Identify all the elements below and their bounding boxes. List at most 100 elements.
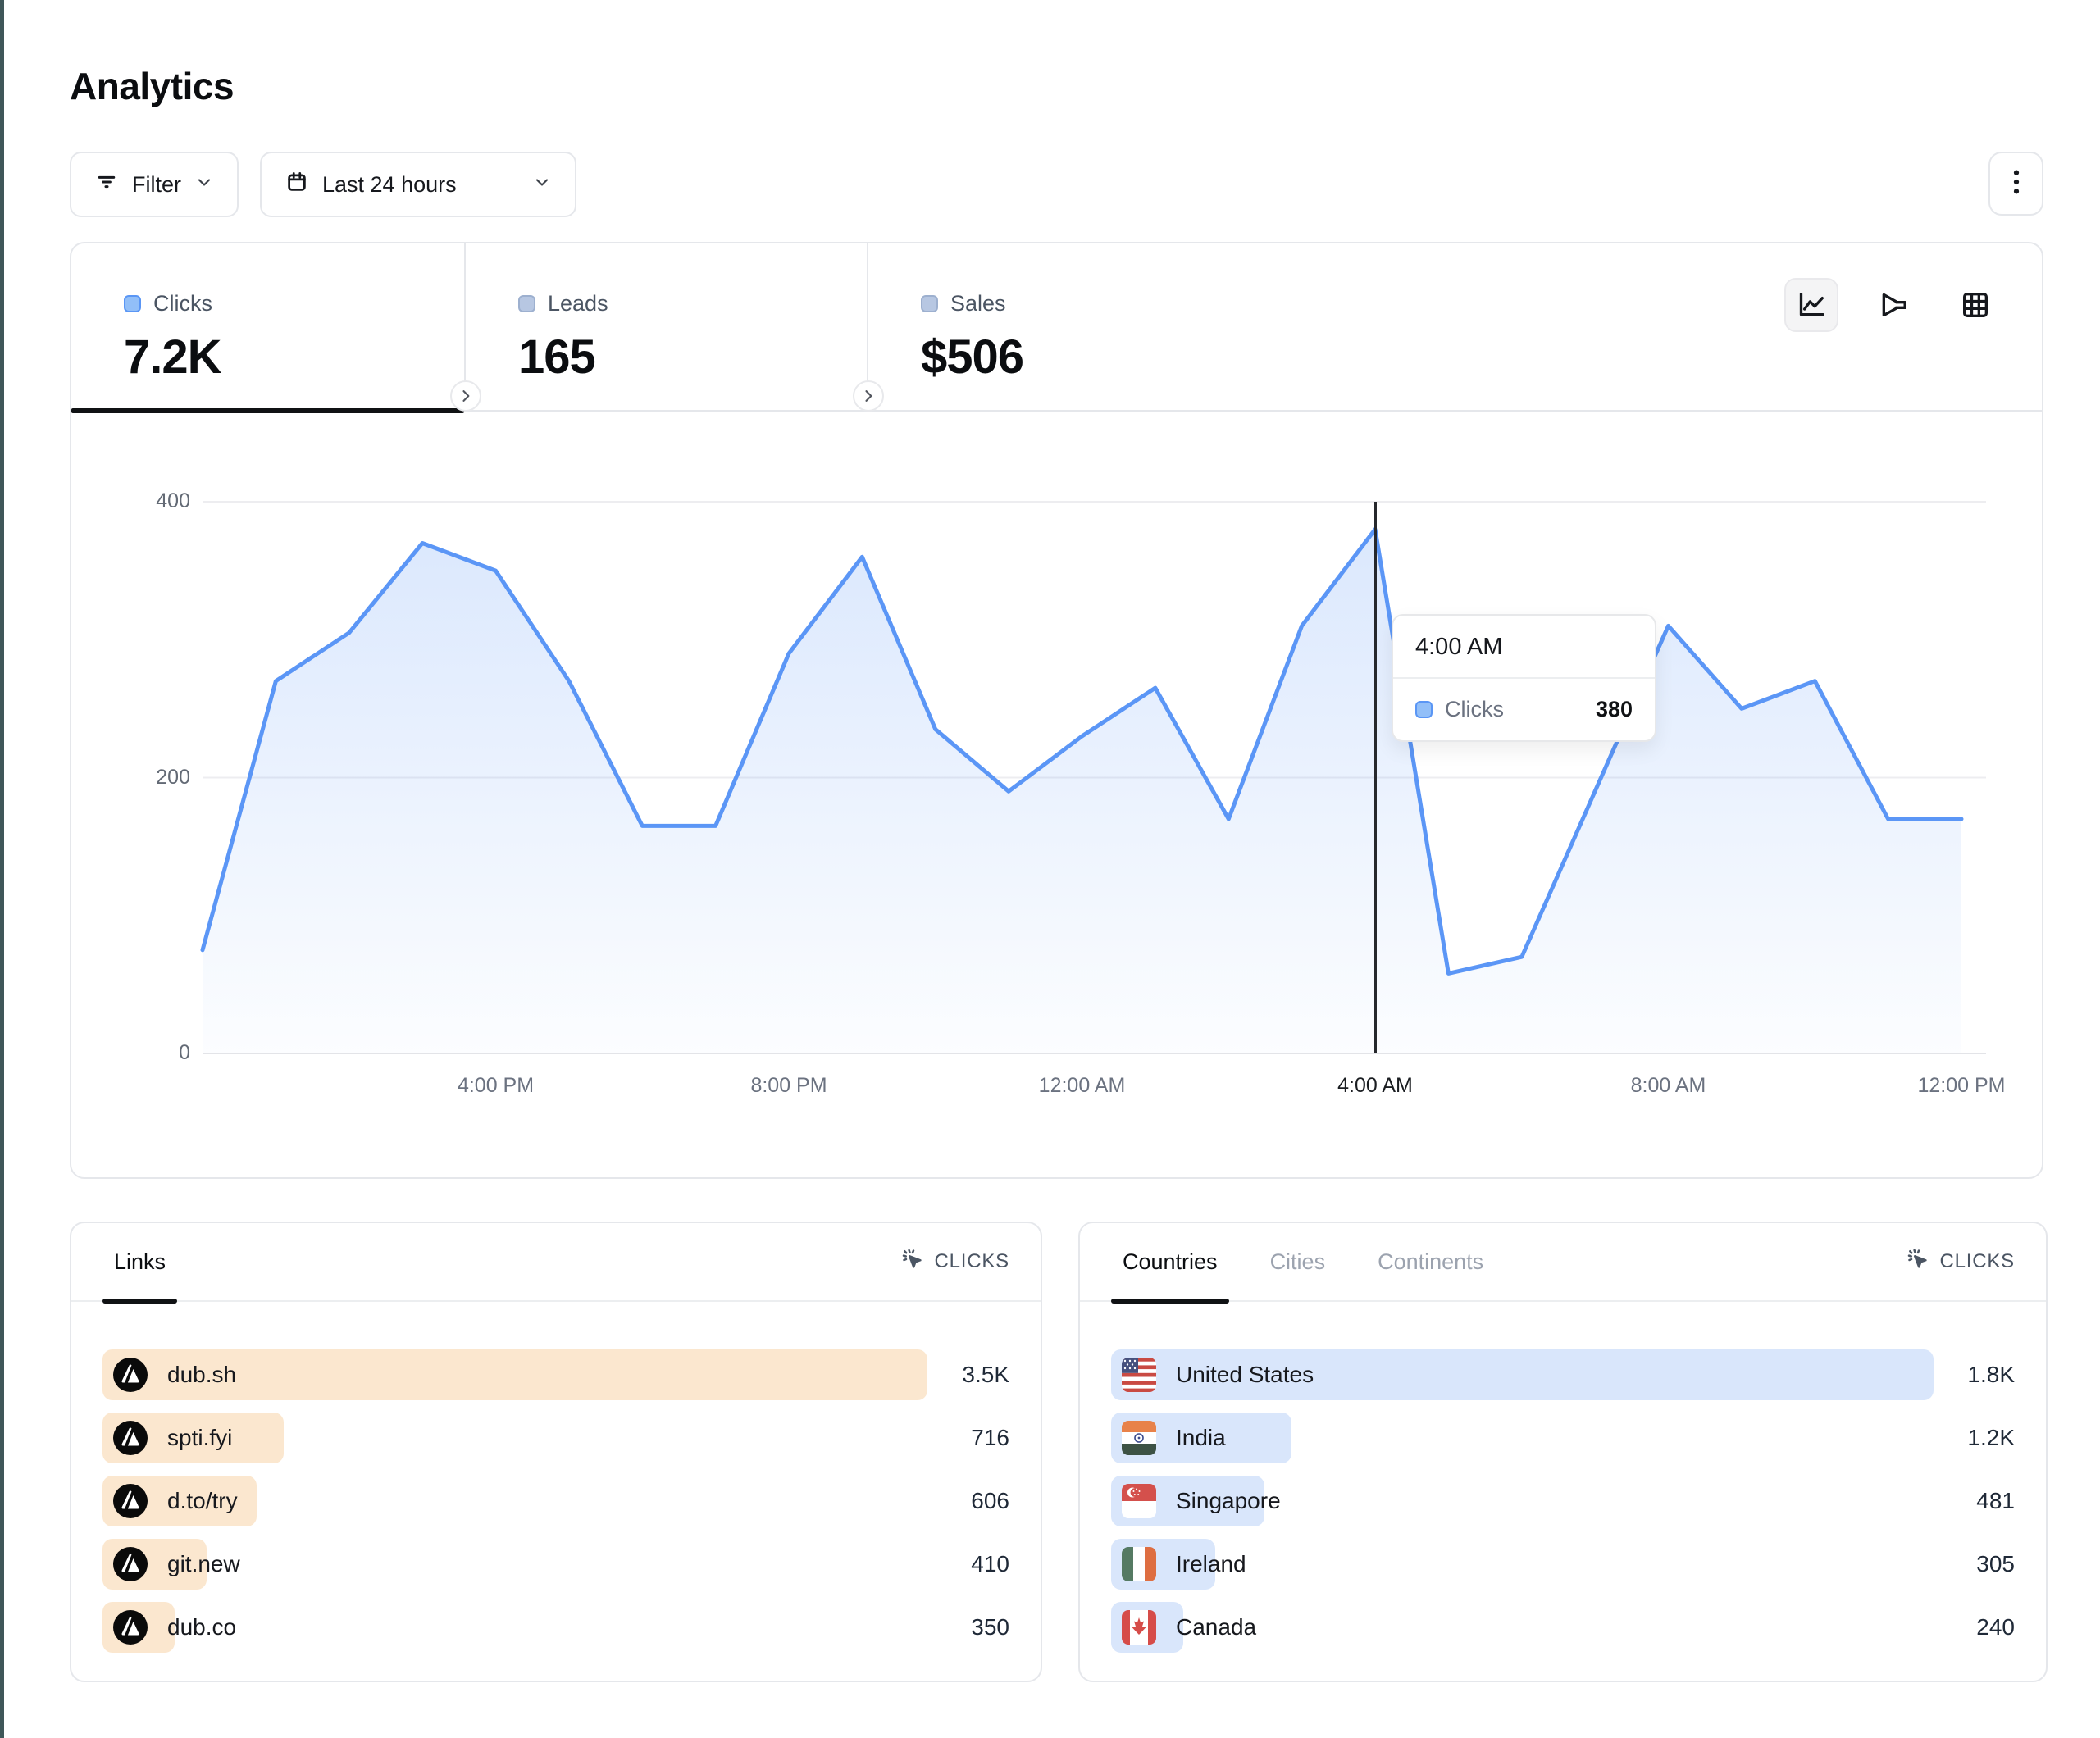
row-value: 240: [1976, 1614, 2015, 1640]
tab-links[interactable]: Links: [102, 1223, 177, 1300]
row-label: United States: [1176, 1362, 1314, 1388]
metric-value: 165: [518, 330, 867, 384]
row-value: 1.2K: [1967, 1425, 2015, 1451]
geo-tabs: Countries Cities Continents: [1111, 1223, 1495, 1300]
row-label: dub.sh: [167, 1362, 236, 1388]
tab-cities[interactable]: Cities: [1259, 1223, 1337, 1300]
metric-value: $506: [921, 330, 2042, 384]
row-value: 606: [971, 1488, 1009, 1514]
row-value: 350: [971, 1614, 1009, 1640]
x-tick-label: 4:00 AM: [1337, 1074, 1413, 1098]
links-metric-toggle[interactable]: CLICKS: [900, 1247, 1010, 1277]
date-range-label: Last 24 hours: [322, 172, 457, 198]
expand-leads-button[interactable]: [853, 380, 884, 412]
tab-leads[interactable]: Leads 165: [466, 243, 868, 410]
row-value: 1.8K: [1967, 1362, 2015, 1388]
more-options-button[interactable]: [1988, 152, 2043, 216]
ca-flag-icon: [1122, 1610, 1156, 1645]
tab-countries[interactable]: Countries: [1111, 1223, 1229, 1300]
analytics-chart-card: Clicks 7.2K Leads 165 Sales $506: [70, 242, 2043, 1179]
row-value: 3.5K: [962, 1362, 1009, 1388]
us-flag-icon: [1122, 1358, 1156, 1392]
dub-logo-icon: [113, 1358, 148, 1392]
dub-logo-icon: [113, 1547, 148, 1581]
leads-legend-swatch: [518, 295, 535, 312]
in-flag-icon: [1122, 1421, 1156, 1455]
link-row[interactable]: dub.sh 3.5K: [102, 1349, 1009, 1400]
row-label: Canada: [1176, 1614, 1256, 1640]
country-row[interactable]: Canada 240: [1111, 1602, 2015, 1653]
dub-logo-icon: [113, 1421, 148, 1455]
x-tick-label: 8:00 AM: [1631, 1074, 1706, 1098]
dub-logo-icon: [113, 1610, 148, 1645]
tab-clicks[interactable]: Clicks 7.2K: [71, 243, 466, 410]
analytics-page: Analytics Filter Last 24 hours: [4, 0, 2100, 1738]
funnel-chart-view-button[interactable]: [1866, 278, 1920, 332]
kebab-menu-icon: [2005, 168, 2028, 200]
x-tick-label: 12:00 PM: [1917, 1074, 2005, 1098]
x-tick-label: 12:00 AM: [1039, 1074, 1126, 1098]
row-label: dub.co: [167, 1614, 236, 1640]
links-metric-label: CLICKS: [935, 1250, 1010, 1273]
link-row[interactable]: dub.co 350: [102, 1602, 1009, 1653]
country-row[interactable]: United States 1.8K: [1111, 1349, 2015, 1400]
sales-legend-swatch: [921, 295, 938, 312]
metric-label: Sales: [950, 291, 1006, 316]
hover-cursor-line: [1374, 502, 1377, 1053]
row-label: Singapore: [1176, 1488, 1281, 1514]
cursor-click-icon: [900, 1247, 925, 1277]
row-value: 481: [1976, 1488, 2015, 1514]
toolbar: Filter Last 24 hours: [70, 152, 576, 217]
chart-plot-area[interactable]: 4:00 AM Clicks 380: [203, 502, 1961, 1053]
link-row[interactable]: spti.fyi 716: [102, 1413, 1009, 1463]
geo-metric-toggle[interactable]: CLICKS: [1906, 1247, 2016, 1277]
table-view-button[interactable]: [1948, 278, 2002, 332]
row-label: spti.fyi: [167, 1425, 232, 1451]
countries-card: Countries Cities Continents CLICKS Unite…: [1078, 1222, 2048, 1682]
geo-metric-label: CLICKS: [1940, 1250, 2016, 1273]
link-row[interactable]: git.new 410: [102, 1539, 1009, 1590]
tooltip-legend-swatch: [1415, 701, 1433, 718]
link-row[interactable]: d.to/try 606: [102, 1476, 1009, 1526]
y-tick-label: 0: [104, 1041, 190, 1065]
filter-button-label: Filter: [132, 172, 181, 198]
row-value: 410: [971, 1551, 1009, 1577]
row-label: Ireland: [1176, 1551, 1246, 1577]
tab-continents[interactable]: Continents: [1366, 1223, 1495, 1300]
y-tick-label: 400: [104, 489, 190, 513]
metric-label: Leads: [548, 291, 608, 316]
date-range-button[interactable]: Last 24 hours: [260, 152, 576, 217]
chart-view-switcher: [1784, 278, 2002, 332]
row-label: git.new: [167, 1551, 240, 1577]
filter-button[interactable]: Filter: [70, 152, 239, 217]
chart-tooltip: 4:00 AM Clicks 380: [1392, 614, 1656, 742]
metric-label: Clicks: [153, 291, 212, 316]
country-row[interactable]: India 1.2K: [1111, 1413, 2015, 1463]
row-label: d.to/try: [167, 1488, 238, 1514]
cursor-click-icon: [1906, 1247, 1930, 1277]
tooltip-time: 4:00 AM: [1393, 616, 1655, 679]
x-axis-labels: 4:00 PM8:00 PM12:00 AM4:00 AM8:00 AM12:0…: [203, 1074, 1961, 1107]
y-tick-label: 200: [104, 766, 190, 789]
x-tick-label: 4:00 PM: [458, 1074, 534, 1098]
sg-flag-icon: [1122, 1484, 1156, 1518]
expand-clicks-button[interactable]: [450, 380, 481, 412]
filter-icon: [94, 170, 119, 200]
line-chart-view-button[interactable]: [1784, 278, 1838, 332]
country-row[interactable]: Ireland 305: [1111, 1539, 2015, 1590]
ie-flag-icon: [1122, 1547, 1156, 1581]
chevron-down-icon: [532, 172, 552, 198]
clicks-area-chart: 4:00 AM Clicks 380 400 200 0 4:00 PM 8:00 P…: [71, 412, 2042, 1176]
x-tick-label: 8:00 PM: [750, 1074, 827, 1098]
metric-tabs: Clicks 7.2K Leads 165 Sales $506: [71, 243, 2042, 412]
row-value: 305: [1976, 1551, 2015, 1577]
page-title: Analytics: [70, 64, 234, 108]
tooltip-series-name: Clicks: [1445, 697, 1504, 722]
country-row[interactable]: Singapore 481: [1111, 1476, 2015, 1526]
row-value: 716: [971, 1425, 1009, 1451]
chevron-down-icon: [194, 172, 214, 198]
tooltip-value: 380: [1596, 697, 1633, 722]
clicks-legend-swatch: [124, 295, 141, 312]
row-label: India: [1176, 1425, 1226, 1451]
dub-logo-icon: [113, 1484, 148, 1518]
